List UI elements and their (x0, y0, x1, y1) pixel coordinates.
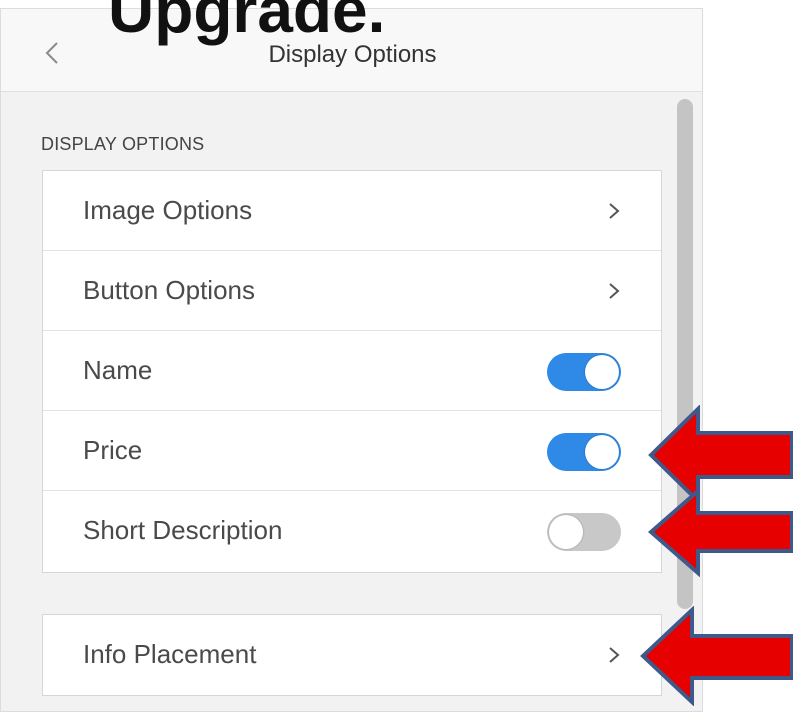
chevron-right-icon (609, 203, 620, 219)
short-description-row: Short Description (43, 491, 661, 571)
upgrade-banner: Upgrade. (108, 0, 386, 46)
price-label: Price (83, 435, 143, 465)
info-placement-row[interactable]: Info Placement (43, 615, 661, 695)
name-row: Name (43, 331, 661, 411)
toggle-knob (549, 515, 583, 549)
name-label: Name (83, 355, 153, 385)
price-row: Price (43, 411, 661, 491)
short-description-label: Short Description (83, 515, 283, 545)
chevron-right-icon (609, 647, 620, 663)
button-options-row[interactable]: Button Options (43, 251, 661, 331)
name-toggle[interactable] (547, 353, 621, 391)
red-arrow-icon (648, 487, 793, 577)
short-description-toggle[interactable] (547, 513, 621, 551)
display-options-list: Image Options Button Options Name Price … (42, 170, 662, 573)
toggle-knob (585, 355, 619, 389)
price-toggle[interactable] (547, 433, 621, 471)
red-arrow-icon (640, 606, 793, 706)
section-label: DISPLAY OPTIONS (41, 134, 205, 154)
info-placement-label: Info Placement (83, 639, 257, 669)
info-placement-group: Info Placement (42, 614, 662, 696)
toggle-knob (585, 435, 619, 469)
chevron-right-icon (609, 283, 620, 299)
image-options-label: Image Options (83, 195, 253, 225)
button-options-label: Button Options (83, 275, 255, 305)
display-options-panel: Display Options DISPLAY OPTIONS Image Op… (0, 8, 703, 712)
image-options-row[interactable]: Image Options (43, 171, 661, 251)
